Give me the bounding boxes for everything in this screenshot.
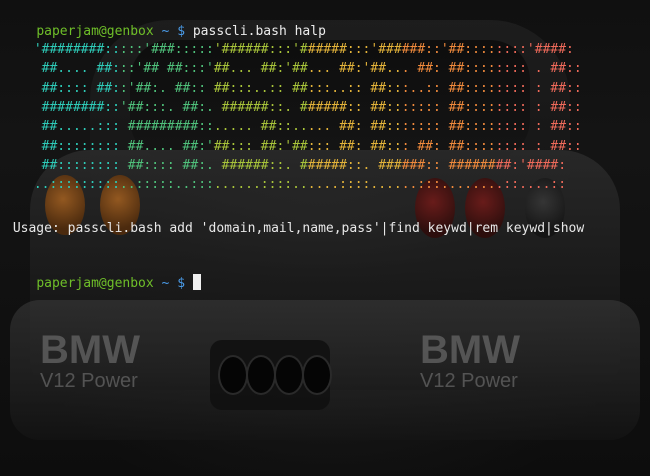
ascii-banner-segment: ..... ##::.. xyxy=(213,119,308,135)
wallpaper-exhaust-pipe-icon xyxy=(218,355,248,395)
ascii-banner-segment: :'##:. ##:: xyxy=(119,80,214,96)
ascii-banner-segment: ##:::: ##:. xyxy=(119,157,214,173)
prompt-user-host: paperjam@genbox xyxy=(36,24,154,39)
ascii-banner-segment: #####:: ##:: xyxy=(307,99,402,115)
wallpaper-brand-left: BMW V12 Power xyxy=(40,330,140,392)
brand-subtext: V12 Power xyxy=(420,370,518,392)
ascii-banner-segment: '##:::. ##:. xyxy=(119,99,214,115)
prompt-user-host: paperjam@genbox xyxy=(36,276,154,291)
ascii-banner-segment: :::'###::::: xyxy=(119,42,214,57)
wallpaper-brand-right: BMW V12 Power xyxy=(420,330,520,392)
command-line-active[interactable]: paperjam@genbox ~ $ xyxy=(5,255,201,312)
prompt-path: ~ $ xyxy=(153,276,193,291)
ascii-banner-segment: :::..:: ##:: xyxy=(307,80,402,96)
ascii-banner-row: ########::'##:::. ##:. ######::. ######:… xyxy=(26,98,582,117)
ascii-banner-segment: :::: : ##:: xyxy=(495,119,582,135)
brand-text: BMW xyxy=(40,328,140,372)
ascii-banner-segment: ::'## ##:::' xyxy=(119,61,214,77)
ascii-banner-segment: ##:::: ##: xyxy=(26,80,120,96)
ascii-banner-segment: . ##: ##:::: xyxy=(401,61,496,77)
ascii-banner-segment: ..:::....... xyxy=(401,177,496,193)
ascii-banner-segment: ##:::::::: xyxy=(26,138,120,154)
command-text: passcli.bash halp xyxy=(192,24,326,39)
ascii-banner-segment: ###::'##:::: xyxy=(401,42,496,57)
ascii-banner-row: '########:::::'###:::::'######:::'######… xyxy=(26,40,574,59)
ascii-banner-segment: : ##: ##:::: xyxy=(401,138,496,154)
ascii-banner-segment: ::::'####: xyxy=(495,42,574,57)
ascii-banner-segment: ... ##:'##.. xyxy=(307,61,402,77)
ascii-banner-segment: ##:'####: xyxy=(495,157,567,173)
ascii-banner-segment: :..:: ##:::: xyxy=(401,80,496,96)
ascii-banner-segment: ######::. # xyxy=(213,157,308,173)
usage-text: Usage: passcli.bash add 'domain,mail,nam… xyxy=(5,221,585,236)
ascii-banner-segment: :::: : ##:: xyxy=(495,138,582,154)
ascii-banner-segment: ....::::.... xyxy=(307,177,402,193)
brand-text: BMW xyxy=(420,328,520,372)
ascii-banner-segment: ########:: xyxy=(26,99,120,115)
ascii-banner-segment: #########:: xyxy=(119,119,214,135)
ascii-banner-segment: .::....:: xyxy=(495,177,567,193)
ascii-banner-segment: ######::. # xyxy=(213,99,308,115)
ascii-banner-segment: ##.... ##: xyxy=(26,61,120,77)
ascii-banner-segment: ##:::..:: ## xyxy=(213,80,308,96)
ascii-banner-row: ##.....::: #########::..... ##::..... ##… xyxy=(26,117,582,136)
ascii-banner-row: ##:::::::: ##:::: ##:. ######::. ######:… xyxy=(26,156,566,175)
wallpaper-exhaust-pipe-icon xyxy=(302,355,332,395)
ascii-banner-segment: ##:::::::: xyxy=(26,157,120,173)
ascii-banner-segment: ###:: ###### xyxy=(401,157,496,173)
ascii-banner-segment: ##.....::: xyxy=(26,119,120,135)
ascii-banner-segment: ##.... ##:' xyxy=(119,138,214,154)
ascii-banner-segment: :::: : ##:: xyxy=(495,80,582,96)
ascii-banner-segment: :::: : ##:: xyxy=(495,99,582,115)
ascii-banner-segment: ..::::::::: xyxy=(26,177,120,193)
ascii-banner-row: ##:::::::: ##.... ##:'##::: ##:'##::: ##… xyxy=(26,137,582,156)
ascii-banner-segment: #####::. ### xyxy=(307,157,402,173)
ascii-banner-segment: '########:: xyxy=(26,42,120,57)
terminal-window[interactable]: BMW V12 Power BMW V12 Power paperjam@gen… xyxy=(0,0,650,476)
wallpaper-exhaust-pipe-icon xyxy=(274,355,304,395)
ascii-banner-segment: ::::: ##:::: xyxy=(401,99,496,115)
wallpaper-exhaust-pipe-icon xyxy=(246,355,276,395)
prompt-path: ~ $ xyxy=(153,24,193,39)
ascii-banner-segment: ......::::.. xyxy=(213,177,308,193)
ascii-banner-segment: ..:::::..::: xyxy=(119,177,214,193)
text-cursor[interactable] xyxy=(192,274,201,290)
ascii-banner-segment: ##::: ##:'## xyxy=(213,138,308,154)
ascii-banner-segment: '######:::'# xyxy=(213,42,308,57)
ascii-banner-segment: #####:::'### xyxy=(307,42,402,57)
ascii-banner-segment: ... ##: ##:: xyxy=(307,119,402,135)
brand-subtext: V12 Power xyxy=(40,370,138,392)
ascii-banner-row: ##:::: ##::'##:. ##:: ##:::..:: ##:::..:… xyxy=(26,79,582,98)
ascii-banner-segment: :::: . ##:: xyxy=(495,61,582,77)
ascii-banner-row: ..:::::::::..:::::..:::......::::......:… xyxy=(26,175,566,194)
ascii-banner-segment: ##... ##:'## xyxy=(213,61,308,77)
ascii-banner-segment: ::::: ##:::: xyxy=(401,119,496,135)
ascii-banner-segment: ::: ##: ##:: xyxy=(307,138,402,154)
ascii-banner-row: ##.... ##:::'## ##:::'##... ##:'##... ##… xyxy=(26,59,582,78)
